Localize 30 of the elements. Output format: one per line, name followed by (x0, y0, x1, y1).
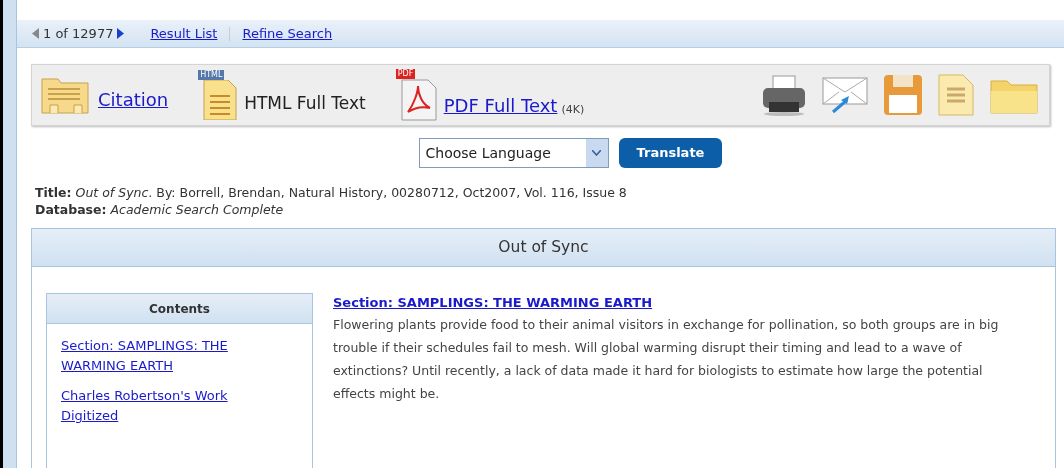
pdf-document-icon[interactable] (399, 79, 438, 121)
format-link[interactable]: PDF Full Text (443, 92, 558, 119)
contents-title: Contents (47, 294, 312, 324)
contents-link[interactable]: Charles Robertson's Work Digitized (61, 386, 281, 426)
language-dropdown[interactable]: Choose Language (418, 138, 609, 168)
envelope-icon[interactable] (821, 74, 869, 116)
field-label: Title: (35, 184, 72, 201)
nav-link[interactable]: Refine Search (242, 23, 333, 44)
next-arrow-icon[interactable] (117, 28, 125, 39)
printer-icon[interactable] (761, 74, 807, 116)
icon-badge: HTML (198, 70, 225, 80)
translate-button[interactable]: Translate (618, 138, 723, 168)
field-value: Academic Search Complete (110, 201, 284, 218)
icon-badge: PDF (395, 69, 416, 79)
caret-icon (585, 139, 608, 167)
article-heading: Out of Sync (32, 229, 1055, 267)
document-icon[interactable] (937, 73, 975, 117)
article-paragraph: Flowering plants provide food to their animal visitors in exchange for pollination, so both groups are in big trouble if their schedules fail to mesh. Will global warming disrupt their timing and lead to a wave of extinctions? Until recently, a lack of data made it hard for biologists to estimate how large the potential effects might be. (333, 315, 1000, 403)
previous-arrow-icon[interactable] (32, 28, 39, 39)
contents-link[interactable]: Section: SAMPLINGS: THE WARMING EARTH (61, 336, 281, 376)
result-position: 1 of 12977 (43, 24, 114, 43)
citation-document-icon[interactable] (40, 75, 92, 115)
section-link[interactable]: Section: SAMPLINGS: THE WARMING EARTH (333, 293, 1005, 313)
file-size: (4K) (561, 101, 585, 118)
nav-link[interactable]: Result List (150, 23, 218, 44)
format-link[interactable]: Citation (98, 86, 169, 113)
field-label: Database: (35, 201, 107, 218)
field-value: Out of Sync. By: Borrell, Brendan, Natural History, 00280712, Oct2007, Vol. 116, Issue 8 (75, 184, 627, 201)
html-document-icon[interactable] (202, 80, 239, 120)
format-label: HTML Full Text (244, 91, 366, 115)
